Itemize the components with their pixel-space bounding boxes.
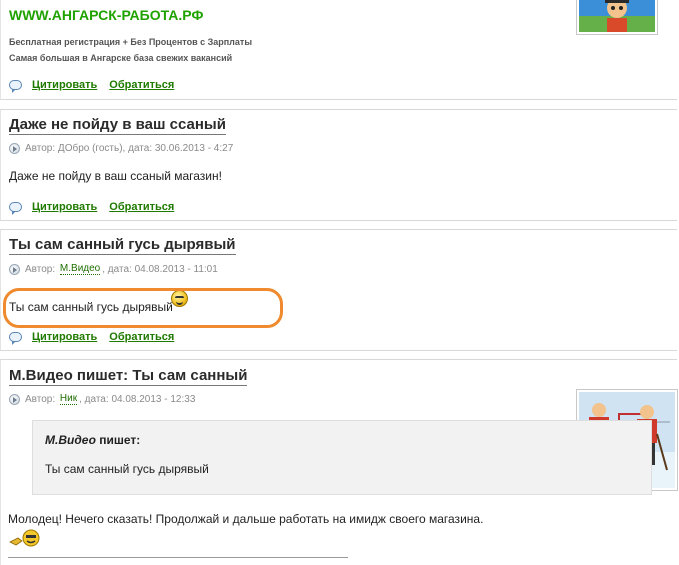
post-meta: Автор: ДОбро (гость), дата: 30.06.2013 -… <box>9 143 233 154</box>
post-meta: Автор: М.Видео , дата: 04.08.2013 - 11:0… <box>9 263 218 275</box>
date-label: , дата: <box>79 393 109 405</box>
ad-avatar <box>576 0 658 35</box>
comment-icon <box>9 80 22 93</box>
signature-divider <box>8 557 348 558</box>
author-prefix: Автор: <box>25 263 56 275</box>
quote-link[interactable]: Цитировать <box>32 201 97 213</box>
post-title: М.Видео пишет: Ты сам санный <box>9 367 248 386</box>
ad-post: WWW.АНГАРСК-РАБОТА.РФ Бесплатная регистр… <box>0 0 677 100</box>
quote-block: М.Видео пишет: Ты сам санный гусь дырявы… <box>32 420 652 495</box>
post-body: Даже не пойду в ваш ссаный магазин! <box>9 169 222 183</box>
post-body: Молодец! Нечего сказать! Продолжай и дал… <box>8 512 484 526</box>
post-title: Ты сам санный гусь дырявый <box>9 236 236 255</box>
post-title: Даже не пойду в ваш ссаный <box>9 116 226 135</box>
post-link-icon[interactable] <box>9 393 20 405</box>
post-link-icon[interactable] <box>9 143 20 154</box>
reply-link[interactable]: Обратиться <box>109 79 174 91</box>
ad-line-2: Самая большая в Ангарске база свежих вак… <box>9 53 233 63</box>
date-label: , дата: <box>102 263 132 275</box>
ad-site-title[interactable]: WWW.АНГАРСК-РАБОТА.РФ <box>9 7 203 23</box>
author-link[interactable]: Ник <box>59 393 78 405</box>
post-link-icon[interactable] <box>9 263 20 275</box>
ad-actions: Цитировать Обратиться <box>9 79 186 93</box>
author-prefix: Автор: <box>25 393 56 405</box>
post-1: Даже не пойду в ваш ссаный Автор: ДОбро … <box>0 109 677 221</box>
ad-line-1: Бесплатная регистрация + Без Процентов с… <box>9 37 252 47</box>
reply-link[interactable]: Обратиться <box>109 201 174 213</box>
date-label: дата: <box>128 143 153 154</box>
author-name: ДОбро (гость), <box>57 143 126 154</box>
quote-link[interactable]: Цитировать <box>32 331 97 343</box>
post-date: 04.08.2013 - 12:33 <box>111 393 196 405</box>
comment-icon <box>9 202 22 215</box>
author-prefix: Автор: <box>25 143 56 154</box>
thumbs-up-smiley-icon <box>9 529 40 547</box>
quote-link[interactable]: Цитировать <box>32 79 97 91</box>
post-date: 04.08.2013 - 11:01 <box>134 263 218 275</box>
cartoon-avatar-image <box>579 0 655 32</box>
quote-text: Ты сам санный гусь дырявый <box>45 462 209 476</box>
quote-header: М.Видео пишет: <box>45 433 140 447</box>
post-date: 30.06.2013 - 4:27 <box>154 143 234 154</box>
post-meta: Автор: Ник , дата: 04.08.2013 - 12:33 <box>9 393 195 405</box>
comment-icon <box>9 332 22 345</box>
reply-link[interactable]: Обратиться <box>109 331 174 343</box>
author-link[interactable]: М.Видео <box>59 263 101 275</box>
post-actions: Цитировать Обратиться <box>9 201 186 215</box>
quote-author-name: М.Видео <box>45 433 96 447</box>
post-actions: Цитировать Обратиться <box>9 331 186 345</box>
quote-writes-label: пишет: <box>99 433 141 447</box>
orange-highlight-oval <box>3 288 283 328</box>
